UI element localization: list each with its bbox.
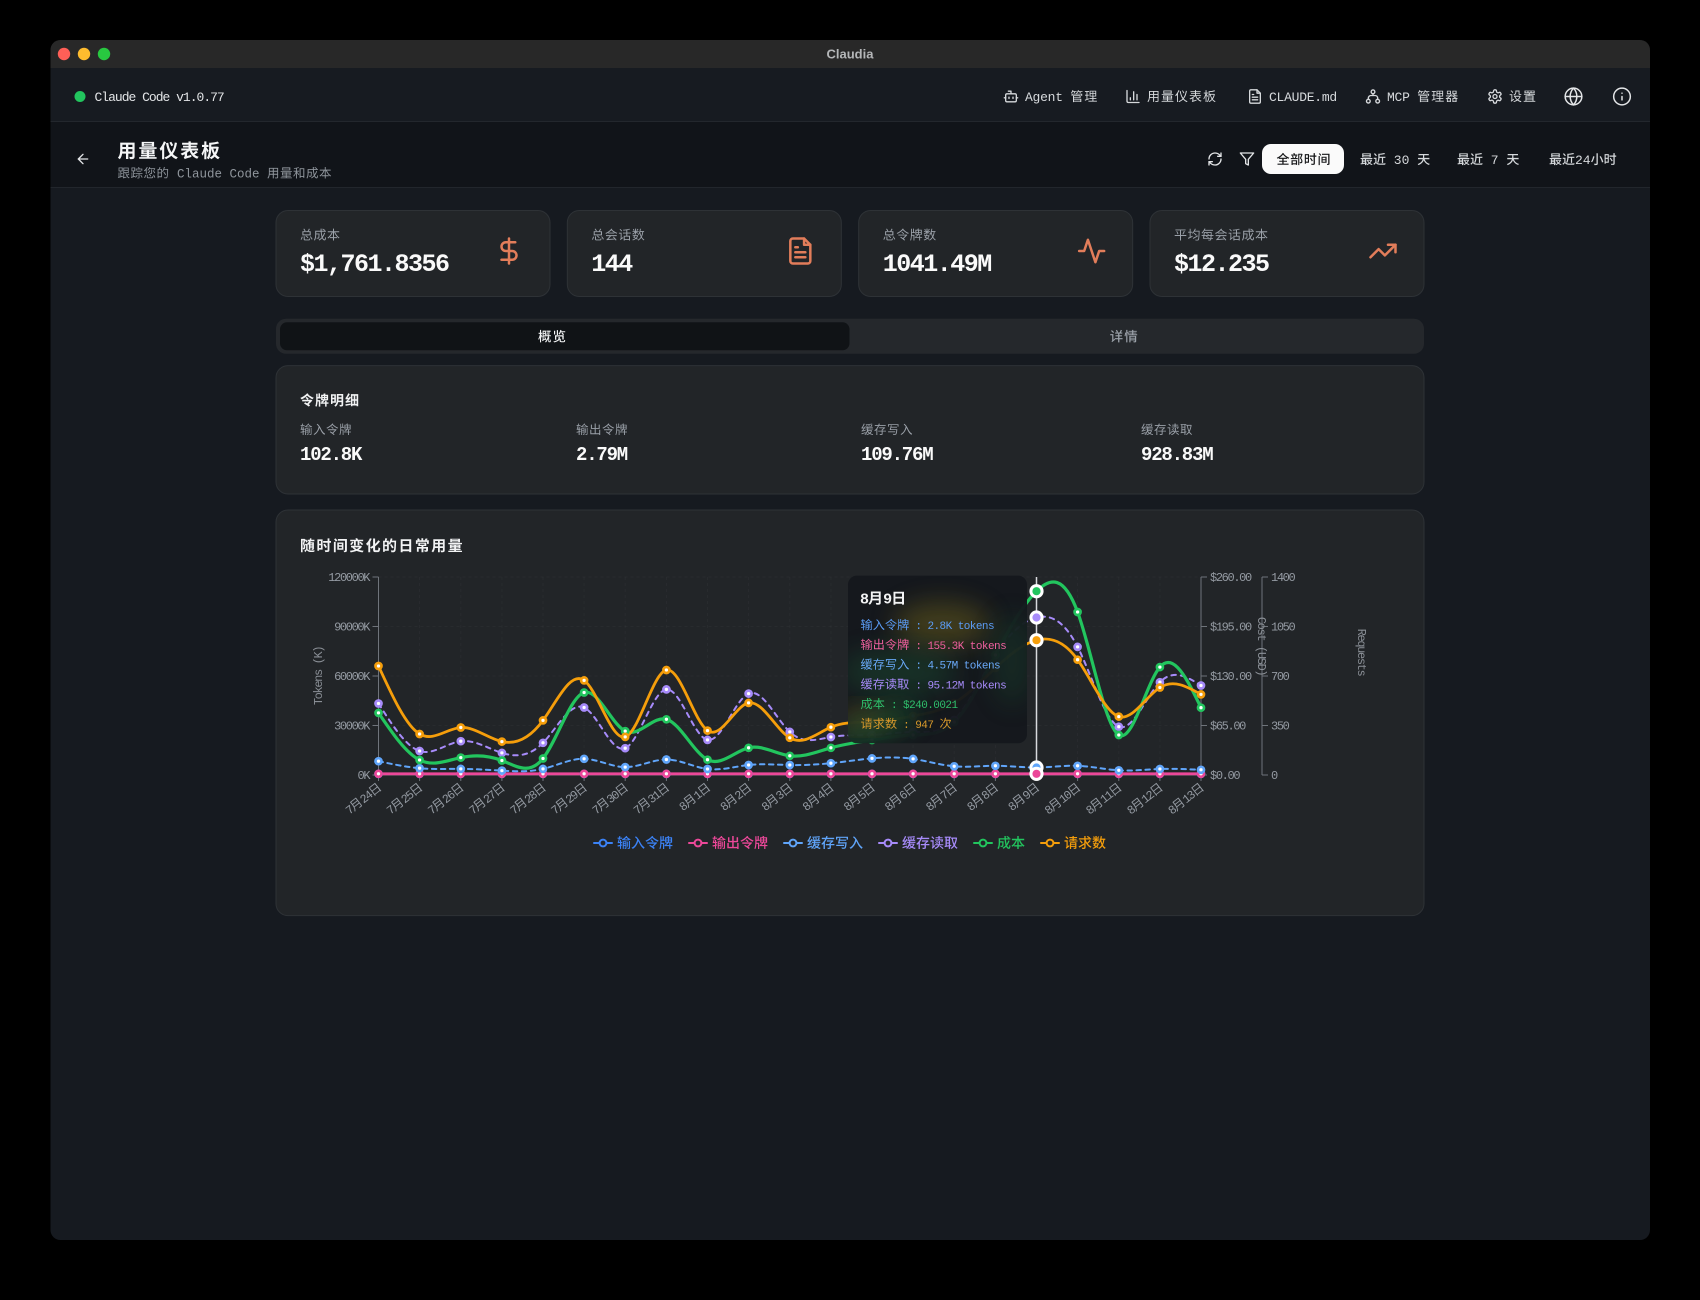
svg-text:: 4.57M tokens: : 4.57M tokens [909, 661, 1000, 673]
svg-text:102.8K: 102.8K [300, 444, 363, 466]
svg-text:Requests: Requests [1354, 629, 1368, 677]
svg-text:Claudia: Claudia [827, 47, 875, 62]
svg-text:120000K: 120000K [328, 571, 371, 585]
svg-text:$0.00: $0.00 [1210, 769, 1240, 783]
svg-text:1050: 1050 [1271, 621, 1295, 635]
svg-text:Agent: Agent [1025, 90, 1070, 105]
svg-text:MCP: MCP [1387, 90, 1417, 105]
svg-text:$130.00: $130.00 [1210, 670, 1252, 684]
svg-text:$12.235: $12.235 [1174, 250, 1269, 279]
svg-text:24: 24 [1575, 153, 1591, 168]
svg-text:9: 9 [883, 592, 892, 609]
svg-text:: 947: : 947 [897, 720, 939, 732]
svg-text:: 95.12M tokens: : 95.12M tokens [909, 681, 1006, 693]
svg-text:1041.49M: 1041.49M [883, 250, 992, 279]
svg-text:90000K: 90000K [334, 621, 371, 635]
svg-text:2.79M: 2.79M [576, 444, 628, 466]
svg-text:109.76M: 109.76M [861, 444, 933, 466]
svg-text:Cost (USD): Cost (USD) [1254, 617, 1268, 675]
svg-text:: 155.3K tokens: : 155.3K tokens [909, 641, 1006, 653]
svg-text:30000K: 30000K [334, 720, 371, 734]
svg-text:1400: 1400 [1271, 571, 1295, 585]
svg-text:700: 700 [1271, 670, 1290, 684]
svg-text:$1,761.8356: $1,761.8356 [300, 250, 449, 279]
svg-text:$65.00: $65.00 [1210, 720, 1246, 734]
svg-text:Claude Code: Claude Code [170, 168, 268, 182]
svg-text:144: 144 [591, 250, 633, 279]
svg-text:60000K: 60000K [334, 670, 371, 684]
svg-text:928.83M: 928.83M [1141, 444, 1213, 466]
svg-text:Claude Code v1.0.77: Claude Code v1.0.77 [95, 90, 224, 105]
svg-text:Tokens (K): Tokens (K) [312, 647, 326, 705]
svg-text:CLAUDE.md: CLAUDE.md [1269, 90, 1337, 105]
svg-text:$195.00: $195.00 [1210, 621, 1252, 635]
svg-text:$260.00: $260.00 [1210, 571, 1252, 585]
svg-text:: 2.8K tokens: : 2.8K tokens [909, 621, 994, 633]
svg-text:350: 350 [1271, 720, 1290, 734]
svg-text:8: 8 [860, 592, 869, 609]
svg-text:30: 30 [1386, 153, 1417, 168]
svg-text:: $240.0021: : $240.0021 [885, 700, 959, 712]
svg-text:7: 7 [1483, 153, 1506, 168]
